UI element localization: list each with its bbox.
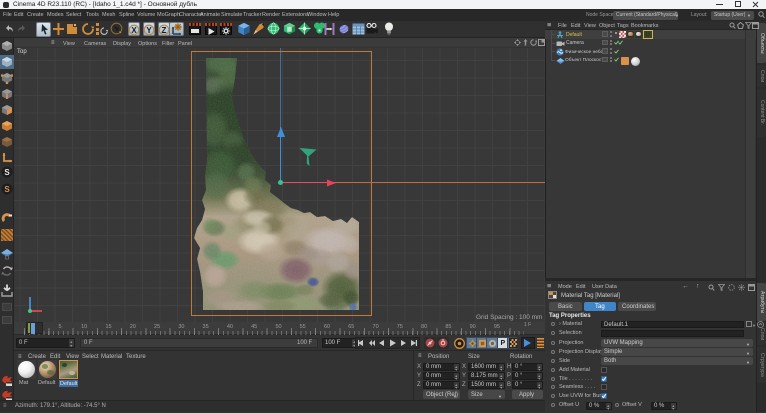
svg-text:Z: Z <box>161 26 166 35</box>
svg-text:S: S <box>4 185 10 194</box>
svg-text:S: S <box>4 168 10 177</box>
svg-text:X: X <box>131 26 137 35</box>
svg-text:Y: Y <box>146 26 152 35</box>
